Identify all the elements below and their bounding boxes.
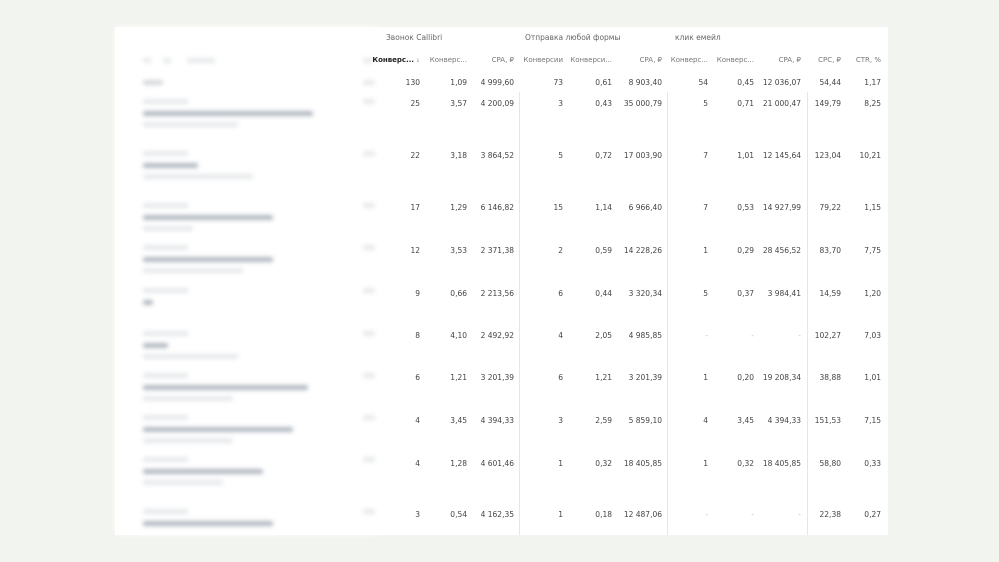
blurred-text [143, 415, 188, 420]
table-cell: 10,21 [859, 151, 881, 160]
table-cell: 1,15 [864, 203, 881, 212]
table-cell: 7,75 [864, 246, 881, 255]
group-header-callibri-call: Звонок Callibri [386, 33, 443, 42]
group-header-email-click: клик емейл [675, 33, 721, 42]
column-header-1[interactable]: Конверс... [415, 56, 467, 64]
blurred-text [143, 203, 188, 208]
column-header-8[interactable]: CPA, ₽ [749, 56, 801, 64]
group-divider [807, 92, 808, 535]
column-header-6[interactable]: Конверс... [660, 56, 708, 64]
table-cell: 0,33 [864, 459, 881, 468]
blurred-text [143, 385, 308, 390]
group-divider [519, 92, 520, 535]
blurred-text [143, 99, 188, 104]
table-cell: 1,01 [864, 373, 881, 382]
blurred-text [143, 469, 263, 474]
blurred-text [143, 438, 233, 443]
blurred-text [143, 288, 188, 293]
column-header-label: CPA, ₽ [639, 56, 662, 64]
column-header-5[interactable]: CPA, ₽ [606, 56, 662, 64]
blurred-text [143, 521, 273, 526]
group-header-form-submit: Отправка любой формы [525, 33, 621, 42]
blurred-text [163, 58, 171, 63]
column-header-0[interactable]: Конверс... ↓ [372, 56, 420, 64]
blurred-text [143, 396, 233, 401]
blurred-text [143, 331, 188, 336]
blurred-text [143, 427, 293, 432]
blurred-text [143, 122, 238, 127]
blurred-text [143, 373, 188, 378]
blurred-text [143, 457, 188, 462]
blurred-text [143, 245, 188, 250]
table-cell: 7,03 [864, 331, 881, 340]
blurred-text [143, 300, 153, 305]
table-cell: 7,15 [864, 416, 881, 425]
column-header-4[interactable]: Конверси... [560, 56, 612, 64]
table-cell: 1,20 [864, 289, 881, 298]
blurred-text [143, 215, 273, 220]
column-header-label: CTR, % [855, 56, 881, 64]
blurred-text [143, 151, 188, 156]
column-header-label: Конверсии [523, 56, 563, 64]
blurred-text [143, 343, 168, 348]
blurred-text [143, 354, 238, 359]
total-cell: 1,17 [864, 78, 881, 87]
blurred-text [143, 111, 313, 116]
blurred-text [143, 58, 151, 63]
blurred-text [143, 226, 193, 231]
column-header-10[interactable]: CTR, % [837, 56, 881, 64]
campaign-name-column-blurred [115, 27, 380, 535]
table-cell: 0,27 [864, 510, 881, 519]
blurred-text [143, 163, 198, 168]
column-header-9[interactable]: CPC, ₽ [797, 56, 841, 64]
blurred-text [187, 58, 215, 63]
column-header-3[interactable]: Конверсии [511, 56, 563, 64]
blurred-text [143, 80, 163, 85]
blurred-text [143, 509, 188, 514]
column-header-label: Конверс... [372, 56, 415, 64]
blurred-text [143, 268, 243, 273]
column-header-7[interactable]: Конверс... [702, 56, 754, 64]
blurred-text [143, 174, 253, 179]
column-header-2[interactable]: CPA, ₽ [462, 56, 514, 64]
group-divider [667, 92, 668, 535]
blurred-text [143, 480, 223, 485]
table-cell: 8,25 [864, 99, 881, 108]
blurred-text [143, 257, 273, 262]
